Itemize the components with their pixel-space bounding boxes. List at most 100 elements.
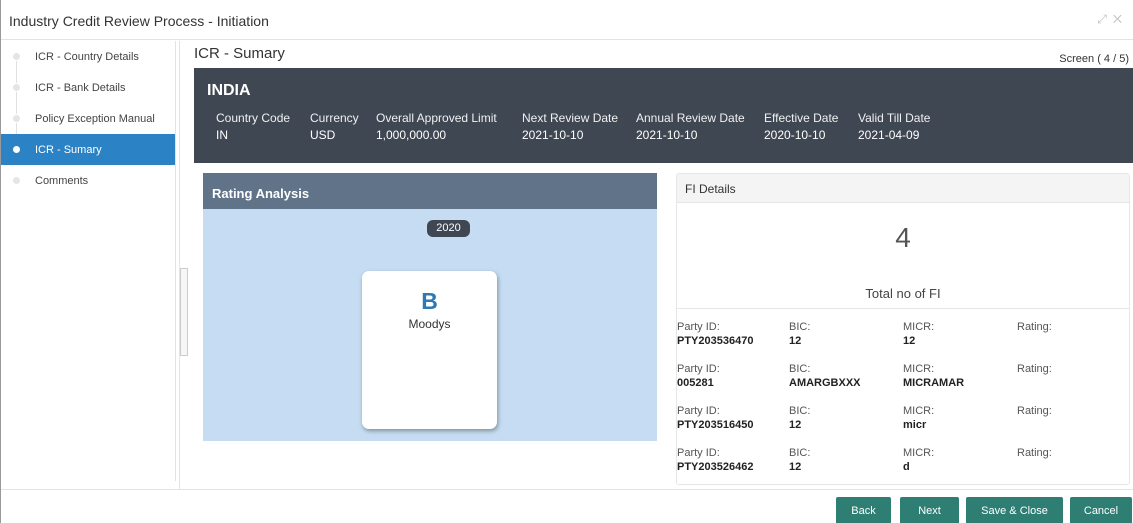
cell-label: Rating: — [1017, 405, 1052, 417]
sidebar-item-label: Policy Exception Manual — [35, 113, 155, 125]
title-bar: Industry Credit Review Process - Initiat… — [1, 0, 1133, 40]
field-value: IN — [216, 128, 228, 142]
app-window: Industry Credit Review Process - Initiat… — [0, 0, 1133, 523]
cell-value: 12 — [789, 335, 802, 347]
sidebar-item-label: ICR - Sumary — [35, 144, 102, 156]
step-dot-icon — [13, 146, 20, 153]
field-label: Overall Approved Limit — [376, 111, 497, 125]
sidebar: ICR - Country Details ICR - Bank Details… — [1, 41, 176, 481]
cell-value: MICRAMAR — [903, 377, 965, 389]
country-code-field: Country Code IN — [216, 111, 290, 142]
cell-value: PTY203526462 — [677, 461, 754, 473]
party-id-cell: Party ID: PTY203516450 — [677, 405, 753, 431]
cancel-button[interactable]: Cancel — [1070, 497, 1132, 523]
fi-details-title: FI Details — [677, 174, 1129, 203]
field-value: 2021-10-10 — [636, 128, 698, 142]
maximize-icon[interactable]: ⤢ — [1097, 12, 1113, 26]
cell-value: 005281 — [677, 377, 714, 389]
cell-value: 12 — [903, 335, 916, 347]
fi-total-label: Total no of FI — [865, 286, 941, 301]
micr-cell: MICR: 12 — [903, 321, 934, 347]
cell-label: Party ID: — [677, 321, 720, 333]
rating-cell: Rating: — [1017, 363, 1052, 377]
field-value: 2021-10-10 — [522, 128, 584, 142]
cell-label: MICR: — [903, 405, 935, 417]
country-name: INDIA — [207, 82, 251, 99]
cell-value: PTY203516450 — [677, 419, 754, 431]
cell-value: 12 — [789, 419, 802, 431]
sidebar-resize-handle[interactable] — [180, 268, 188, 356]
cell-label: BIC: — [789, 321, 811, 333]
cell-value: PTY203536470 — [677, 335, 754, 347]
cell-label: Party ID: — [677, 405, 720, 417]
effective-date-field: Effective Date 2020-10-10 — [764, 111, 838, 142]
window-title: Industry Credit Review Process - Initiat… — [9, 13, 269, 29]
fi-row: Party ID: PTY203536470 BIC: 12 MICR: 12 Rat… — [677, 321, 1129, 361]
cell-label: Rating: — [1017, 321, 1052, 333]
fi-row: Party ID: PTY203526462 BIC: 12 MICR: d Rati… — [677, 447, 1129, 487]
micr-cell: MICR: micr — [903, 405, 934, 431]
sidebar-item-label: ICR - Country Details — [35, 51, 139, 63]
fi-row: Party ID: PTY203516450 BIC: 12 MICR: micr R… — [677, 405, 1129, 445]
next-button[interactable]: Next — [900, 497, 959, 523]
close-icon[interactable]: ✕ — [1113, 12, 1128, 26]
rating-cell: Rating: — [1017, 321, 1052, 335]
step-dot-icon — [13, 84, 20, 91]
currency-field: Currency USD — [310, 111, 359, 142]
cell-label: MICR: — [903, 321, 935, 333]
rating-analysis-panel: Rating Analysis 2020 B Moodys — [203, 173, 657, 441]
fi-row: Party ID: 005281 BIC: AMARGBXXX MICR: MICRA… — [677, 363, 1129, 403]
rating-cell: Rating: — [1017, 405, 1052, 419]
field-value: USD — [310, 128, 336, 142]
footer-bar: Back Next Save & Close Cancel — [1, 489, 1133, 523]
sidebar-item-label: ICR - Bank Details — [35, 82, 126, 94]
field-label: Valid Till Date — [858, 111, 931, 125]
micr-cell: MICR: d — [903, 447, 934, 473]
bic-cell: BIC: AMARGBXXX — [789, 363, 861, 389]
cell-label: BIC: — [789, 363, 811, 375]
rating-agency: Moodys — [408, 317, 451, 331]
rating-card[interactable]: B Moodys — [362, 271, 497, 429]
panel-divider — [179, 41, 180, 489]
cell-value: micr — [903, 419, 927, 431]
save-close-button[interactable]: Save & Close — [966, 497, 1063, 523]
bic-cell: BIC: 12 — [789, 321, 810, 347]
field-label: Annual Review Date — [636, 111, 745, 125]
cell-label: BIC: — [789, 447, 811, 459]
sidebar-item-comments[interactable]: Comments — [1, 165, 175, 196]
party-id-cell: Party ID: PTY203536470 — [677, 321, 753, 347]
cell-label: BIC: — [789, 405, 811, 417]
annual-review-date-field: Annual Review Date 2021-10-10 — [636, 111, 745, 142]
step-dot-icon — [13, 53, 20, 60]
sidebar-item-summary[interactable]: ICR - Sumary — [1, 134, 175, 165]
field-label: Effective Date — [764, 111, 839, 125]
rating-year-badge: 2020 — [427, 220, 470, 237]
cell-value: AMARGBXXX — [789, 377, 861, 389]
field-value: 2020-10-10 — [764, 128, 826, 142]
country-banner: INDIA Country Code IN Currency USD Overa… — [194, 68, 1133, 163]
sidebar-item-policy-exception[interactable]: Policy Exception Manual — [1, 103, 175, 145]
sidebar-item-bank-details[interactable]: ICR - Bank Details — [1, 72, 175, 114]
bic-cell: BIC: 12 — [789, 447, 810, 473]
field-value: 2021-04-09 — [858, 128, 920, 142]
cell-label: MICR: — [903, 447, 935, 459]
window-controls[interactable]: ⤢✕ — [1097, 12, 1128, 27]
cell-label: Rating: — [1017, 447, 1052, 459]
cell-value: d — [903, 461, 910, 473]
back-button[interactable]: Back — [836, 497, 891, 523]
field-label: Currency — [310, 111, 359, 125]
field-label: Country Code — [216, 111, 291, 125]
page-title: ICR - Sumary — [194, 45, 285, 62]
cell-value: 12 — [789, 461, 802, 473]
step-dot-icon — [13, 115, 20, 122]
approved-limit-field: Overall Approved Limit 1,000,000.00 — [376, 111, 497, 142]
cell-label: Party ID: — [677, 363, 720, 375]
bic-cell: BIC: 12 — [789, 405, 810, 431]
cell-label: Party ID: — [677, 447, 720, 459]
sidebar-item-country-details[interactable]: ICR - Country Details — [1, 41, 175, 83]
field-value: 1,000,000.00 — [376, 128, 447, 142]
rating-cell: Rating: — [1017, 447, 1052, 461]
rating-grade: B — [421, 288, 438, 314]
screen-counter: Screen ( 4 / 5) — [1059, 53, 1129, 65]
sidebar-item-label: Comments — [35, 175, 89, 187]
